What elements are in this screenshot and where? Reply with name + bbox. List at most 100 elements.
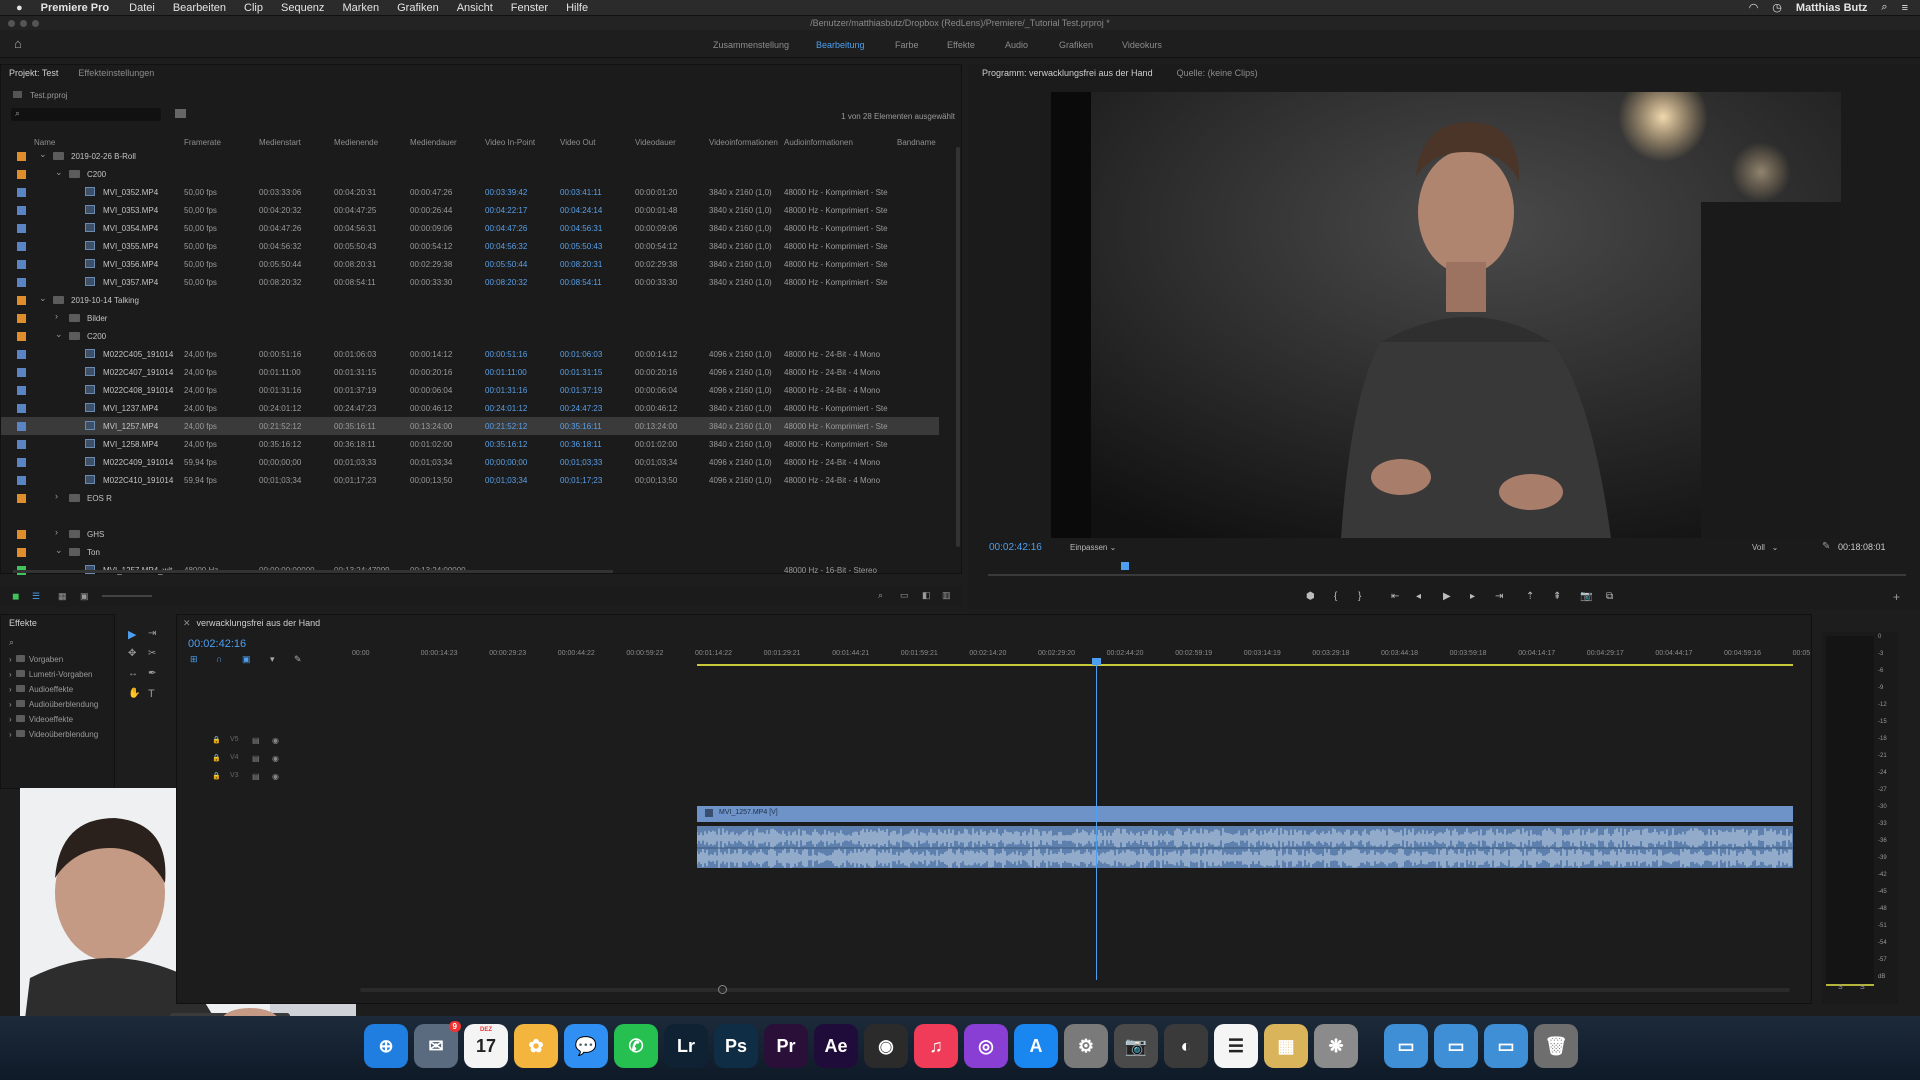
clip-row[interactable]: M022C407_191014 24,00 fps 00:01:11:00 00:01… xyxy=(1,363,939,381)
tab-effect-controls[interactable]: Effekteinstellungen xyxy=(78,68,154,78)
slip-tool-icon[interactable]: ↔ xyxy=(128,668,138,679)
label-color-swatch[interactable] xyxy=(17,404,26,413)
tab-program-monitor[interactable]: Programm: verwacklungsfrei aus der Hand xyxy=(982,68,1153,78)
home-icon[interactable]: ⌂ xyxy=(14,36,22,51)
dock-app-store-icon[interactable]: A xyxy=(1014,1024,1058,1068)
mark-out-icon[interactable]: } xyxy=(1358,591,1361,602)
nest-toggle-icon[interactable]: ⊞ xyxy=(190,654,198,665)
dock-whatsapp-icon[interactable]: ✆ xyxy=(614,1024,658,1068)
label-color-swatch[interactable] xyxy=(17,350,26,359)
tab-effects[interactable]: Effekte xyxy=(9,618,37,628)
new-bin-icon[interactable] xyxy=(175,109,186,118)
effects-folder[interactable]: › Audioeffekte xyxy=(9,685,73,694)
dock-reminders-icon[interactable]: ☰ xyxy=(1214,1024,1258,1068)
bin-row[interactable]: ⌄ 2019-10-14 Talking xyxy=(1,291,939,309)
mark-in-icon[interactable]: { xyxy=(1334,591,1337,602)
label-color-swatch[interactable] xyxy=(17,548,26,557)
lock-icon[interactable]: ◼ xyxy=(12,591,19,602)
export-frame-icon[interactable]: 📷 xyxy=(1580,591,1592,602)
dock-folder-docs-icon[interactable]: ▭ xyxy=(1434,1024,1478,1068)
find-icon[interactable]: ⌕ xyxy=(878,590,883,601)
workspace-tab-videokurs[interactable]: Videokurs xyxy=(1122,40,1162,50)
lift-icon[interactable]: ⇡ xyxy=(1526,591,1534,602)
track-sync-icon[interactable]: ▤ xyxy=(252,754,260,763)
control-center-icon[interactable]: ≡ xyxy=(1902,2,1908,14)
menu-marken[interactable]: Marken xyxy=(342,2,379,14)
go-to-in-icon[interactable]: ⇤ xyxy=(1391,591,1399,602)
workspace-tab-farbe[interactable]: Farbe xyxy=(895,40,919,50)
dock-system-prefs-icon[interactable]: ⚙ xyxy=(1064,1024,1108,1068)
chevron-down-icon[interactable]: ⌄ xyxy=(55,329,63,340)
settings-wrench-icon[interactable]: ✎ xyxy=(294,654,302,665)
label-color-swatch[interactable] xyxy=(17,494,26,503)
chevron-right-icon[interactable]: › xyxy=(55,527,58,537)
label-color-swatch[interactable] xyxy=(17,440,26,449)
step-forward-icon[interactable]: ▸ xyxy=(1470,591,1475,602)
label-color-swatch[interactable] xyxy=(17,278,26,287)
workspace-tab-grafiken[interactable]: Grafiken xyxy=(1059,40,1093,50)
dock-color-finale-icon[interactable]: ❋ xyxy=(1314,1024,1358,1068)
timeline-timecode[interactable]: 00:02:42:16 xyxy=(188,638,246,650)
meter-solo-left[interactable]: S xyxy=(1838,984,1843,991)
compare-icon[interactable]: ⧉ xyxy=(1606,591,1613,602)
dock-mail-icon[interactable]: ✉ 9 xyxy=(414,1021,461,1068)
close-window-button[interactable] xyxy=(8,20,15,27)
add-marker-icon[interactable]: ▾ xyxy=(270,654,275,665)
dock-messages-icon[interactable]: 💬 xyxy=(564,1024,608,1068)
pen-tool-icon[interactable]: ✒ xyxy=(148,668,156,679)
workspace-tab-bearbeitung[interactable]: Bearbeitung xyxy=(816,40,865,50)
chevron-right-icon[interactable]: › xyxy=(55,491,58,501)
list-view-icon[interactable]: ☰ xyxy=(32,591,40,602)
track-eye-icon[interactable]: ◉ xyxy=(272,736,279,745)
label-color-swatch[interactable] xyxy=(17,242,26,251)
workspace-tab-zusammenstellung[interactable]: Zusammenstellung xyxy=(713,40,789,50)
dock-lightroom-icon[interactable]: Lr xyxy=(664,1024,708,1068)
effects-folder[interactable]: › Videoeffekte xyxy=(9,715,73,724)
program-scrubber[interactable] xyxy=(988,574,1906,576)
apple-menu-icon[interactable]: ● xyxy=(16,2,23,14)
track-eye-icon[interactable]: ◉ xyxy=(272,754,279,763)
dock-safari-icon[interactable]: ⊕ xyxy=(364,1024,408,1068)
chevron-down-icon[interactable]: ⌄ xyxy=(39,149,47,160)
add-marker-icon[interactable]: ⬢ xyxy=(1306,591,1315,602)
clock-icon[interactable]: ◷ xyxy=(1772,1,1782,14)
razor-tool-icon[interactable]: ✂ xyxy=(148,648,156,659)
label-color-swatch[interactable] xyxy=(17,314,26,323)
effects-folder[interactable]: › Lumetri-Vorgaben xyxy=(9,670,92,679)
scroll-handle[interactable] xyxy=(718,985,727,994)
bin-row[interactable]: › EOS R xyxy=(1,489,939,507)
quality-dropdown[interactable]: Voll ⌄ xyxy=(1752,543,1778,552)
dock-music-icon[interactable]: ♫ xyxy=(914,1024,958,1068)
tab-sequence[interactable]: verwacklungsfrei aus der Hand xyxy=(197,618,321,628)
dock-screenshot-icon[interactable]: 📷 xyxy=(1114,1024,1158,1068)
menu-datei[interactable]: Datei xyxy=(129,2,155,14)
effects-folder[interactable]: › Vorgaben xyxy=(9,655,63,664)
clip-row[interactable]: M022C405_191014 24,00 fps 00:00:51:16 00:01… xyxy=(1,345,939,363)
label-color-swatch[interactable] xyxy=(17,476,26,485)
menu-grafiken[interactable]: Grafiken xyxy=(397,2,439,14)
dock-photos-icon[interactable]: ✿ xyxy=(514,1024,558,1068)
minimize-window-button[interactable] xyxy=(20,20,27,27)
work-area-bar[interactable] xyxy=(697,664,1793,666)
track-lock-icon[interactable]: 🔒 xyxy=(212,736,221,744)
timeline-ruler[interactable]: 00:00 00:00:14:23 00:00:29:23 00:00:44:22 00… xyxy=(352,650,1810,662)
track-select-tool-icon[interactable]: ⇥ xyxy=(148,628,156,639)
video-clip[interactable]: MVI_1257.MP4 [V] xyxy=(697,806,1793,822)
clip-row[interactable]: MVI_0353.MP4 50,00 fps 00:04:20:32 00:04:47… xyxy=(1,201,939,219)
clip-row[interactable]: M022C410_191014 59,94 fps 00;01;03;34 00;01… xyxy=(1,471,939,489)
track-eye-icon[interactable]: ◉ xyxy=(272,772,279,781)
label-color-swatch[interactable] xyxy=(17,170,26,179)
bin-row[interactable]: ⌄ 2019-02-26 B-Roll xyxy=(1,147,939,165)
clip-row[interactable]: MVI_1237.MP4 24,00 fps 00:24:01:12 00:24:47… xyxy=(1,399,939,417)
tab-source-monitor[interactable]: Quelle: (keine Clips) xyxy=(1177,68,1258,78)
label-color-swatch[interactable] xyxy=(17,224,26,233)
new-item-icon[interactable]: ◧ xyxy=(922,590,931,601)
audio-clip[interactable] xyxy=(697,826,1793,868)
dock-davinci-icon[interactable]: ◉ xyxy=(864,1024,908,1068)
wrench-icon[interactable]: ✎ xyxy=(1822,541,1830,552)
fit-dropdown[interactable]: Einpassen ⌄ xyxy=(1070,543,1116,552)
ripple-edit-tool-icon[interactable]: ✥ xyxy=(128,648,136,659)
label-color-swatch[interactable] xyxy=(17,260,26,269)
extract-icon[interactable]: ⇞ xyxy=(1553,591,1561,602)
bin-row[interactable]: ⌄ C200 xyxy=(1,165,939,183)
